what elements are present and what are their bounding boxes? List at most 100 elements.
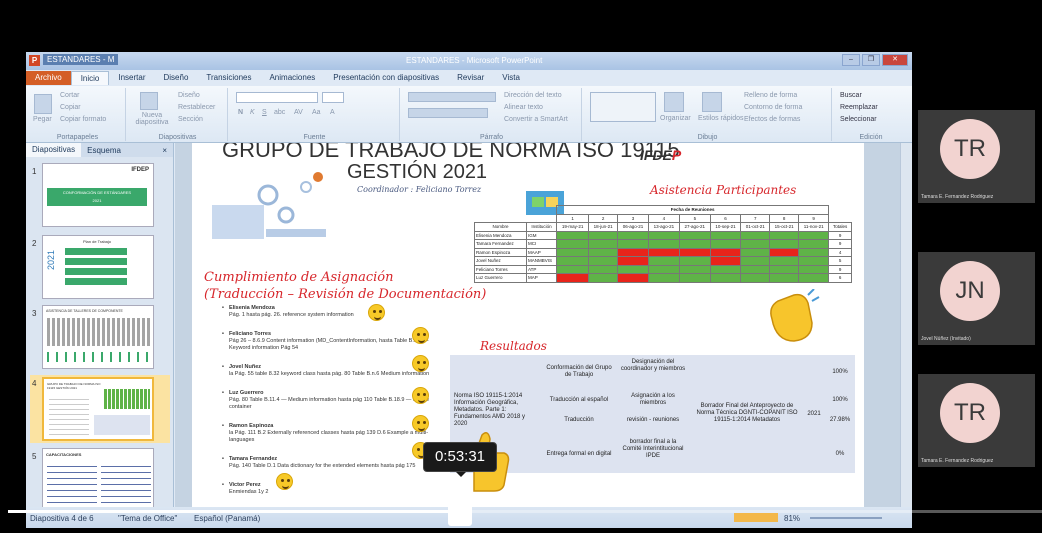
- quick-styles-icon[interactable]: [702, 92, 722, 112]
- tab-vista[interactable]: Vista: [493, 71, 529, 85]
- slide-4[interactable]: GRUPO DE TRABAJO DE NORMA ISO 19115 GEST…: [192, 143, 864, 507]
- activity-cell: Entrega formal en digital: [546, 451, 612, 457]
- participant-tile[interactable]: TR Tamara E. Fernandez Rodriguez: [918, 374, 1035, 467]
- date-header: 15-oct-21: [769, 222, 800, 232]
- font-name-dropdown[interactable]: [236, 92, 318, 103]
- tab-revisar[interactable]: Revisar: [448, 71, 493, 85]
- attendance-cell: [588, 247, 619, 257]
- paste-button[interactable]: Pegar: [33, 116, 52, 123]
- close-button[interactable]: ✕: [882, 54, 908, 66]
- video-progress-bar[interactable]: [8, 510, 1042, 513]
- quick-styles-button[interactable]: Estilos rápidos: [698, 115, 744, 122]
- zoom-slider[interactable]: [810, 517, 882, 519]
- percent-cell: 100%: [832, 369, 848, 375]
- tab-insertar[interactable]: Insertar: [109, 71, 154, 85]
- product-cell: Borrador Final del Anteproyecto de Norma…: [696, 403, 798, 423]
- theme-name[interactable]: "Tema de Office": [118, 514, 177, 523]
- tab-presentacion[interactable]: Presentación con diapositivas: [324, 71, 448, 85]
- tab-diapositivas[interactable]: Diapositivas: [26, 143, 82, 157]
- tab-animaciones[interactable]: Animaciones: [260, 71, 324, 85]
- document-tab[interactable]: ESTANDARES - M: [43, 54, 119, 65]
- assignment-heading: Cumplimiento de Asignación (Traducción –…: [204, 269, 486, 303]
- smiley-icon: [368, 304, 385, 321]
- font-size-dropdown[interactable]: [322, 92, 344, 103]
- copy-button[interactable]: Copiar: [60, 104, 81, 111]
- participant-tile[interactable]: TR Tamara E. Fernandez Rodriguez: [918, 110, 1035, 203]
- group-parrafo: Dirección del texto Alinear texto Conver…: [402, 88, 582, 141]
- new-slide-button[interactable]: Nueva diapositiva: [132, 112, 172, 126]
- institution-cell: ATP: [526, 264, 557, 274]
- zoom-level[interactable]: 81%: [784, 514, 800, 523]
- find-button[interactable]: Buscar: [840, 92, 862, 99]
- cut-button[interactable]: Cortar: [60, 92, 79, 99]
- smartart-button[interactable]: Convertir a SmartArt: [504, 116, 568, 123]
- select-button[interactable]: Seleccionar: [840, 116, 877, 123]
- text-direction-button[interactable]: Dirección del texto: [504, 92, 562, 99]
- align-text-button[interactable]: Alinear texto: [504, 104, 543, 111]
- thumb-heading: Plan de Trabajo: [83, 239, 112, 244]
- shape-outline-button[interactable]: Contorno de forma: [744, 104, 802, 111]
- attendance-cell: [588, 264, 619, 274]
- date-header: 06-ago-21: [617, 222, 649, 232]
- meeting-number: 3: [617, 213, 649, 223]
- powerpoint-app-icon[interactable]: P: [29, 55, 40, 66]
- attendance-cell: [555, 264, 590, 274]
- tab-archivo[interactable]: Archivo: [26, 71, 71, 85]
- reset-button[interactable]: Restablecer: [178, 104, 215, 111]
- shape-fill-button[interactable]: Relleno de forma: [744, 92, 797, 99]
- institution-cell: MAAP: [526, 247, 557, 257]
- maximize-button[interactable]: ❐: [862, 54, 880, 66]
- layout-button[interactable]: Diseño: [178, 92, 200, 99]
- tab-diseno[interactable]: Diseño: [155, 71, 198, 85]
- meeting-number: 2: [588, 213, 619, 223]
- assignment-heading-line1: Cumplimiento de Asignación: [204, 270, 394, 285]
- arrange-button[interactable]: Organizar: [660, 115, 691, 122]
- font-color-button[interactable]: A: [330, 109, 335, 116]
- attendance-cell: [555, 256, 590, 266]
- minimize-button[interactable]: –: [842, 54, 860, 66]
- meeting-number: 8: [769, 213, 800, 223]
- language-indicator[interactable]: Español (Panamá): [194, 514, 260, 523]
- italic-button[interactable]: K: [250, 109, 255, 116]
- attendance-cell: [647, 273, 680, 283]
- smiley-icon: [412, 387, 429, 404]
- attendance-cell: [588, 256, 619, 266]
- task-cell: revisión - reuniones: [626, 417, 680, 423]
- format-painter-button[interactable]: Copiar formato: [60, 116, 106, 123]
- total-cell: 9: [828, 264, 852, 274]
- attendance-cell: [798, 264, 830, 274]
- slide-number: 4: [32, 379, 37, 388]
- activity-cell: Traducción: [564, 417, 594, 423]
- paste-icon[interactable]: [34, 94, 52, 114]
- change-case-button[interactable]: Aa: [312, 109, 321, 116]
- spacing-button[interactable]: AV: [294, 109, 303, 116]
- arrange-icon[interactable]: [664, 92, 684, 112]
- shape-effects-button[interactable]: Efectos de formas: [744, 116, 800, 123]
- attendance-cell: [555, 239, 590, 249]
- slide-thumbnail-1[interactable]: 1 CONFORMACIÓN DE ESTÁNDARES 2021 IFDEP: [30, 163, 170, 229]
- bold-button[interactable]: N: [238, 109, 243, 116]
- underline-button[interactable]: S: [262, 109, 267, 116]
- slide-thumbnail-5[interactable]: 5 CAPACITACIONES: [30, 448, 170, 507]
- tab-inicio[interactable]: Inicio: [70, 71, 110, 85]
- vertical-scrollbar[interactable]: [900, 143, 912, 507]
- section-button[interactable]: Sección: [178, 116, 203, 123]
- participant-tile[interactable]: JN Jovel Núñez (Invitado): [918, 252, 1035, 345]
- replace-button[interactable]: Reemplazar: [840, 104, 878, 111]
- new-slide-icon[interactable]: [140, 92, 158, 110]
- tab-esquema[interactable]: Esquema: [81, 146, 127, 155]
- name-cell: Tamara Fernandez: [474, 239, 527, 249]
- progress-scrubber[interactable]: [448, 496, 472, 526]
- strikethrough-button[interactable]: abc: [274, 109, 285, 116]
- close-panel-icon[interactable]: ×: [156, 146, 173, 155]
- view-buttons[interactable]: [734, 513, 778, 522]
- slide-thumbnail-3[interactable]: 3 ASISTENCIA DE TALLERES DE COMPONENTE: [30, 305, 170, 371]
- task-cell: borrador final a la Comité Interintituci…: [622, 439, 684, 459]
- slide-thumbnail-4[interactable]: 4 GRUPO DE TRABAJO DE NORMA ISO 19115 GE…: [30, 375, 170, 443]
- list-buttons[interactable]: [408, 92, 496, 102]
- tab-transiciones[interactable]: Transiciones: [197, 71, 260, 85]
- slide-thumbnail-2[interactable]: 2 Plan de Trabajo 2021: [30, 235, 170, 301]
- align-buttons[interactable]: [408, 108, 488, 118]
- shapes-gallery[interactable]: [590, 92, 656, 122]
- attendance-cell: [740, 230, 771, 240]
